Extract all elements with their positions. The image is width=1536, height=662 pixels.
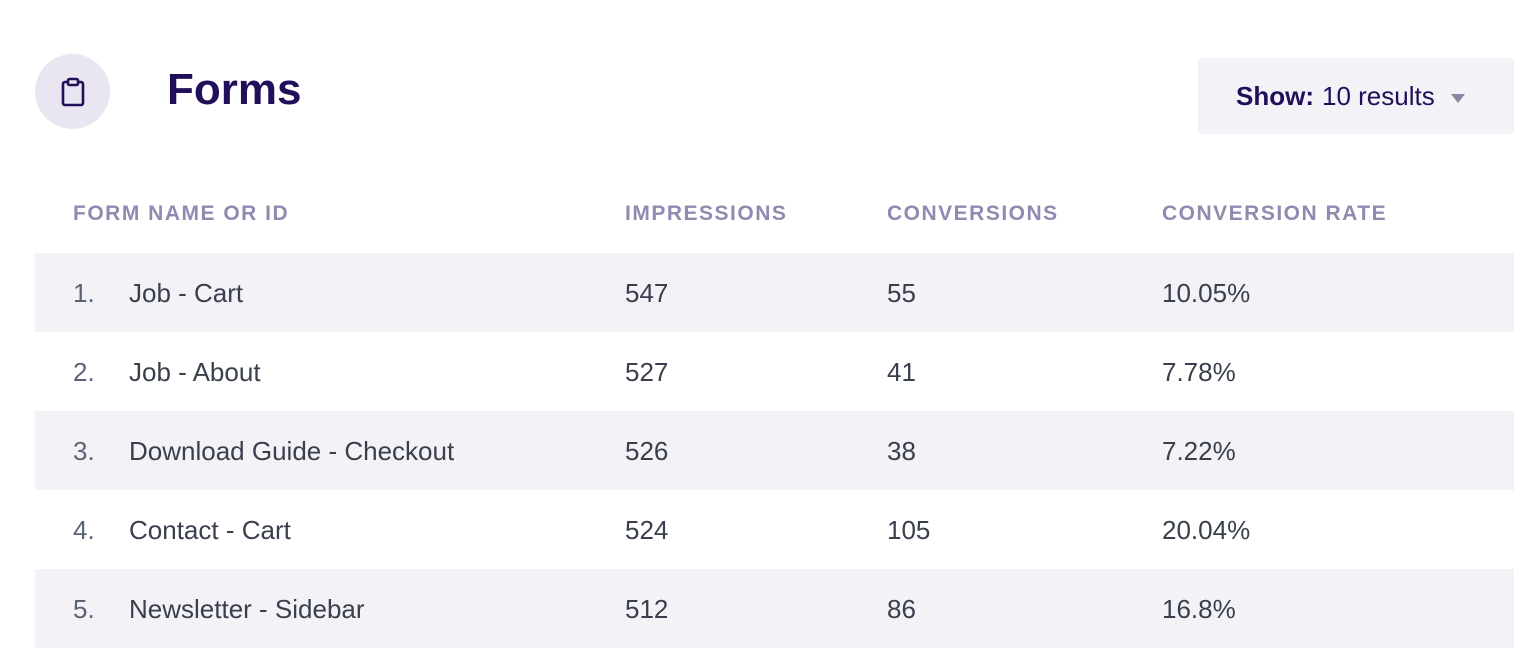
impressions-value: 527: [625, 357, 669, 387]
conversions-value: 86: [887, 594, 916, 624]
form-name[interactable]: Download Guide - Checkout: [129, 436, 454, 466]
column-header-conversion-rate[interactable]: Conversion Rate: [1162, 202, 1387, 226]
conversion-rate-value: 16.8%: [1162, 594, 1236, 624]
column-header-form-name[interactable]: Form Name or ID: [73, 202, 289, 226]
conversions-value: 41: [887, 357, 916, 387]
impressions-value: 526: [625, 436, 669, 466]
forms-table: Form Name or ID Impressions Conversions …: [35, 174, 1514, 648]
form-name[interactable]: Job - About: [129, 357, 261, 387]
table-row: 5. Newsletter - Sidebar 512 86 16.8%: [35, 569, 1514, 648]
form-name[interactable]: Contact - Cart: [129, 515, 291, 545]
row-number: 4.: [73, 515, 95, 545]
conversion-rate-value: 10.05%: [1162, 278, 1251, 308]
table-row: 2. Job - About 527 41 7.78%: [35, 332, 1514, 411]
row-number: 3.: [73, 436, 95, 466]
form-name[interactable]: Job - Cart: [129, 278, 243, 308]
forms-report: Forms Show: 10 results Form Name or ID I…: [0, 0, 1536, 662]
conversion-rate-value: 7.78%: [1162, 357, 1236, 387]
show-label: Show:: [1236, 80, 1314, 111]
conversions-value: 105: [887, 515, 931, 545]
page-title: Forms: [167, 65, 302, 114]
conversions-value: 55: [887, 278, 916, 308]
table-row: 3. Download Guide - Checkout 526 38 7.22…: [35, 411, 1514, 490]
form-name[interactable]: Newsletter - Sidebar: [129, 594, 365, 624]
table-row: 1. Job - Cart 547 55 10.05%: [35, 253, 1514, 332]
column-header-impressions[interactable]: Impressions: [625, 202, 787, 226]
show-value: 10 results: [1322, 80, 1435, 111]
clipboard-icon: [61, 77, 84, 106]
row-number: 5.: [73, 594, 95, 624]
impressions-value: 547: [625, 278, 669, 308]
impressions-value: 512: [625, 594, 669, 624]
conversions-value: 38: [887, 436, 916, 466]
row-number: 2.: [73, 357, 95, 387]
conversion-rate-value: 20.04%: [1162, 515, 1251, 545]
caret-down-icon: [1450, 93, 1465, 103]
table-header: Form Name or ID Impressions Conversions …: [35, 174, 1514, 253]
row-number: 1.: [73, 278, 95, 308]
column-header-conversions[interactable]: Conversions: [887, 202, 1059, 226]
show-results-dropdown[interactable]: Show: 10 results: [1198, 58, 1514, 134]
impressions-value: 524: [625, 515, 669, 545]
conversion-rate-value: 7.22%: [1162, 436, 1236, 466]
table-row: 4. Contact - Cart 524 105 20.04%: [35, 490, 1514, 569]
forms-icon-badge: [35, 54, 110, 129]
